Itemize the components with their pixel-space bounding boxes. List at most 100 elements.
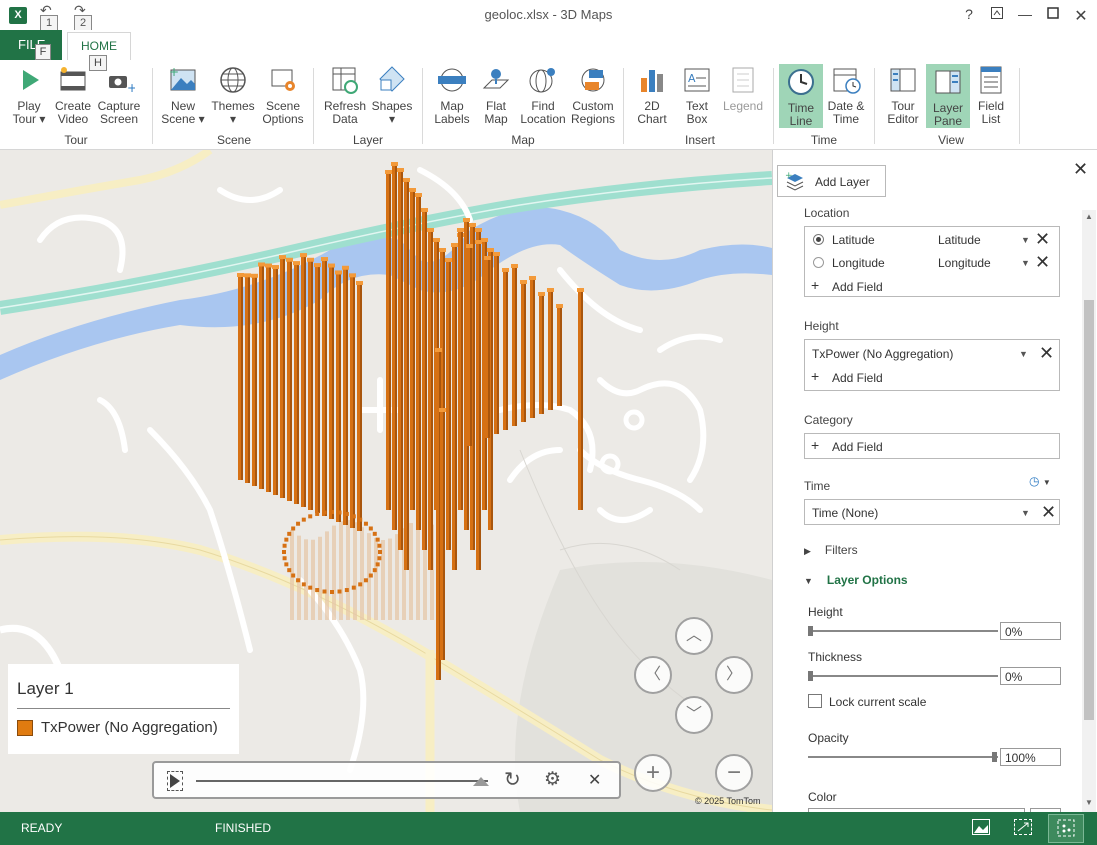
time-settings-clock-icon[interactable]: ◷ ▼ xyxy=(1029,474,1051,488)
column-shadow xyxy=(332,525,336,620)
close-window-icon[interactable]: ✕ xyxy=(1070,6,1092,25)
layer-options-expander[interactable]: ▼ Layer Options xyxy=(804,573,908,587)
opt-thickness-slider[interactable] xyxy=(808,675,998,677)
play-tour-button[interactable]: Play Tour ▾ xyxy=(8,64,50,126)
create-video-button[interactable]: Create Video xyxy=(52,64,94,126)
add-layer-button[interactable]: + Add Layer xyxy=(777,165,886,197)
chevron-down-icon[interactable]: ▼ xyxy=(1021,258,1030,268)
opt-thickness-thumb[interactable] xyxy=(808,671,813,681)
timeline-end-marker[interactable] xyxy=(473,777,489,786)
opacity-slider[interactable] xyxy=(808,756,998,758)
screenshot-view-icon[interactable] xyxy=(972,819,990,835)
radio-latitude[interactable] xyxy=(813,234,824,245)
data-column-cap xyxy=(469,223,476,227)
clock-icon xyxy=(788,69,814,95)
latitude-type-dropdown[interactable]: Latitude xyxy=(938,233,981,247)
data-column-shade xyxy=(431,230,433,570)
group-separator xyxy=(422,68,423,144)
rotate-right-button[interactable]: 〉 xyxy=(715,656,753,694)
scene-options-button[interactable]: Scene Options xyxy=(259,64,307,126)
category-field-box[interactable]: + Add Field xyxy=(804,433,1060,459)
chevron-down-icon[interactable]: ▼ xyxy=(1021,235,1030,245)
capture-screen-button[interactable]: + Capture Screen xyxy=(96,64,142,126)
shapes-button[interactable]: Shapes ▾ xyxy=(370,64,414,126)
map-labels-button[interactable]: Map Labels xyxy=(429,64,475,126)
2d-chart-button[interactable]: 2D Chart xyxy=(632,64,672,126)
scene-options-icon xyxy=(271,69,295,91)
height-field-name[interactable]: TxPower (No Aggregation) xyxy=(812,347,953,361)
new-scene-button[interactable]: + New Scene ▾ xyxy=(161,64,205,126)
custom-regions-button[interactable]: Custom Regions xyxy=(569,64,617,126)
pane-scrollbar[interactable]: ▲ ▼ xyxy=(1082,210,1096,812)
scroll-thumb[interactable] xyxy=(1084,300,1094,720)
timeline-track[interactable] xyxy=(196,780,488,782)
column-shadow xyxy=(311,539,315,620)
data-column-cap xyxy=(484,256,491,260)
close-pane-icon[interactable]: ✕ xyxy=(1073,160,1088,178)
zoom-out-button[interactable]: − xyxy=(715,754,753,792)
play-timeline-button[interactable] xyxy=(167,771,183,791)
date-time-button[interactable]: Date & Time xyxy=(824,64,868,126)
remove-time-icon[interactable]: ✕ xyxy=(1041,503,1056,521)
close-playback-icon[interactable]: ✕ xyxy=(588,770,601,792)
height-row[interactable]: TxPower (No Aggregation) ▼ ✕ xyxy=(805,342,1059,364)
themes-button[interactable]: Themes ▾ xyxy=(211,64,255,126)
data-column-cap xyxy=(272,265,279,270)
layer-pane-button[interactable]: Layer Pane xyxy=(926,64,970,128)
radio-longitude[interactable] xyxy=(813,257,824,268)
loop-icon[interactable]: ↻ xyxy=(504,769,521,791)
opt-thickness-value[interactable]: 0% xyxy=(1000,667,1061,685)
settings-gear-icon[interactable]: ⚙ xyxy=(544,769,561,791)
tilt-down-button[interactable]: ﹀ xyxy=(675,696,713,734)
zoom-in-button[interactable]: + xyxy=(634,754,672,792)
height-add-field[interactable]: + Add Field xyxy=(805,366,1059,388)
focus-view-icon[interactable] xyxy=(1048,814,1084,843)
maximize-icon[interactable] xyxy=(1042,6,1064,24)
refresh-data-button[interactable]: Refresh Data xyxy=(322,64,368,126)
location-row-longitude[interactable]: Longitude Longitude ▼ ✕ xyxy=(805,251,1059,273)
map-canvas[interactable]: Layer 1 TxPower (No Aggregation) ↻ ⚙ ✕ ︿… xyxy=(0,150,772,812)
opt-height-thumb[interactable] xyxy=(808,626,813,636)
rotate-left-button[interactable]: 〈 xyxy=(634,656,672,694)
scroll-up-arrow[interactable]: ▲ xyxy=(1085,212,1093,221)
opt-height-slider[interactable] xyxy=(808,630,998,632)
time-line-button[interactable]: Time Line xyxy=(779,64,823,128)
data-column-shade xyxy=(332,265,334,519)
tilt-up-button[interactable]: ︿ xyxy=(675,617,713,655)
find-location-button[interactable]: Find Location xyxy=(519,64,567,126)
opacity-value[interactable]: 100% xyxy=(1000,748,1061,766)
chevron-down-icon[interactable]: ▼ xyxy=(1019,349,1028,359)
text-box-button[interactable]: A Text Box xyxy=(676,64,718,126)
opacity-thumb[interactable] xyxy=(992,752,997,762)
data-column-shade xyxy=(419,195,421,530)
tour-editor-button[interactable]: Tour Editor xyxy=(881,64,925,126)
help-button[interactable]: ? xyxy=(958,6,980,24)
time-field-box[interactable]: Time (None) ▼ ✕ xyxy=(804,499,1060,525)
legend-button[interactable]: Legend xyxy=(720,64,766,113)
lock-scale-checkbox[interactable] xyxy=(808,694,822,708)
map-legend[interactable]: Layer 1 TxPower (No Aggregation) xyxy=(8,664,239,754)
tab-file[interactable]: FILE xyxy=(0,30,62,60)
chevron-down-icon[interactable]: ▼ xyxy=(1021,508,1030,518)
category-label: Category xyxy=(804,413,853,427)
data-point xyxy=(308,585,313,590)
flat-map-button[interactable]: Flat Map xyxy=(475,64,517,126)
group-layer: Refresh Data Shapes ▾ Layer xyxy=(316,60,420,150)
data-column-cap xyxy=(427,228,434,232)
opt-height-value[interactable]: 0% xyxy=(1000,622,1061,640)
longitude-type-dropdown[interactable]: Longitude xyxy=(938,256,991,270)
restore-ribbon-icon[interactable] xyxy=(986,6,1008,24)
group-separator xyxy=(623,68,624,144)
status-bar: READY FINISHED xyxy=(0,812,1097,845)
field-list-button[interactable]: Field List xyxy=(971,64,1011,126)
remove-latitude-icon[interactable]: ✕ xyxy=(1035,230,1050,248)
minimize-icon[interactable]: — xyxy=(1014,6,1036,24)
data-point xyxy=(372,568,377,573)
location-row-latitude[interactable]: Latitude Latitude ▼ ✕ xyxy=(805,228,1059,250)
filters-expander[interactable]: ▶ Filters xyxy=(804,543,858,557)
fit-view-icon[interactable] xyxy=(1014,819,1032,835)
remove-height-icon[interactable]: ✕ xyxy=(1039,344,1054,362)
location-add-field[interactable]: + Add Field xyxy=(805,275,1059,297)
scroll-down-arrow[interactable]: ▼ xyxy=(1085,798,1093,807)
remove-longitude-icon[interactable]: ✕ xyxy=(1035,253,1050,271)
